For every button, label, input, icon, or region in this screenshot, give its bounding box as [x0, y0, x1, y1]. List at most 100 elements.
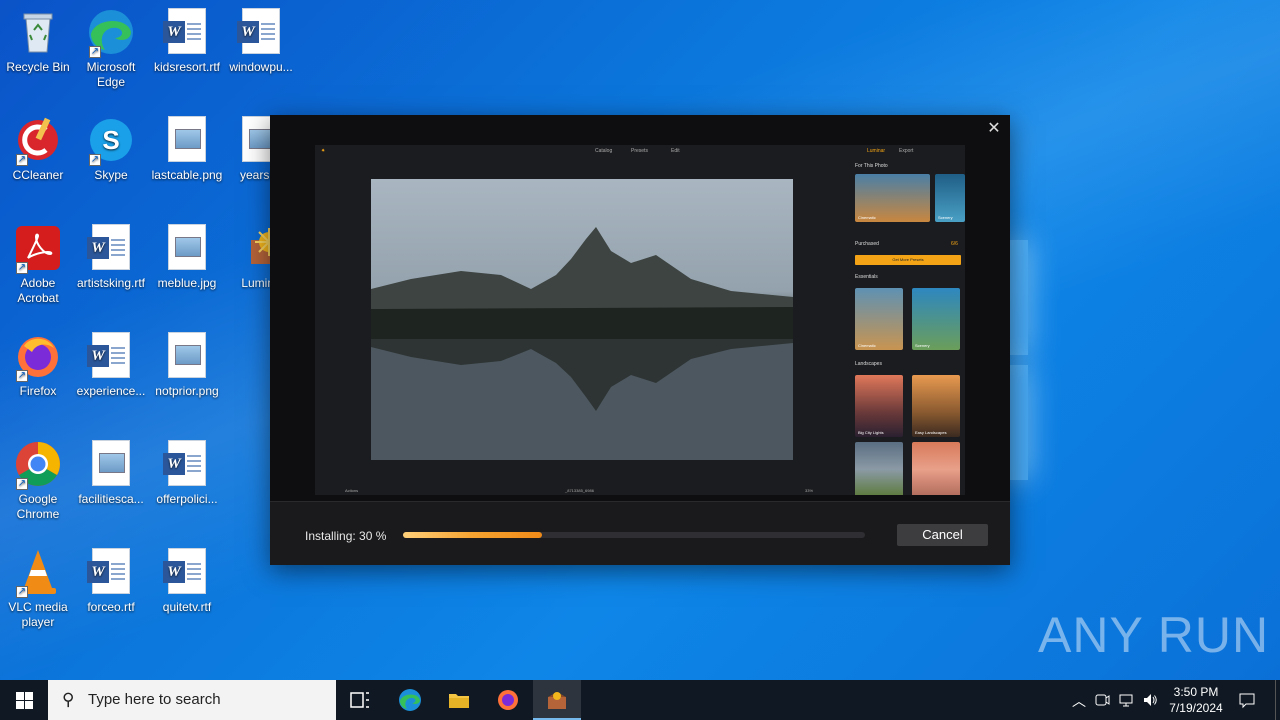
icon-label: windowpu...	[229, 60, 293, 74]
shortcut-arrow-icon: ↗	[16, 154, 28, 166]
shortcut-arrow-icon: ↗	[16, 478, 28, 490]
installer-window: ✕ ✷ Catalog Presets Edit Luminar Export …	[270, 115, 1010, 565]
icon-label: forceo.rtf	[87, 600, 135, 614]
shortcut-arrow-icon: ↗	[89, 154, 101, 166]
taskbar-firefox-button[interactable]	[484, 680, 532, 720]
app-preview-screenshot: ✷ Catalog Presets Edit Luminar Export Fo…	[315, 145, 965, 495]
desktop-icon-forceo[interactable]: W forceo.rtf	[73, 548, 149, 615]
clock-date: 7/19/2024	[1169, 701, 1223, 715]
preview-thumb-cinematic: Cinematic	[855, 174, 930, 222]
desktop-icon-kidsresort[interactable]: W kidsresort.rtf	[149, 8, 225, 75]
task-view-button[interactable]	[336, 680, 384, 720]
desktop-icon-meblue[interactable]: meblue.jpg	[149, 224, 225, 291]
preview-export-label: Export	[899, 148, 914, 154]
desktop-icon-windowpu[interactable]: W windowpu...	[223, 8, 299, 75]
icon-label: experience...	[76, 384, 146, 398]
recycle-bin-icon	[14, 8, 62, 56]
word-document-icon: W	[163, 8, 211, 56]
preview-for-this-photo: For This Photo	[855, 163, 888, 169]
svg-text:S: S	[102, 125, 119, 155]
desktop-icon-lastcable[interactable]: lastcable.png	[149, 116, 225, 183]
chrome-icon: ↗	[14, 440, 62, 490]
install-progress-fill	[403, 532, 542, 538]
icon-label: Skype	[94, 168, 128, 182]
desktop-icon-artistsking[interactable]: W artistsking.rtf	[73, 224, 149, 291]
preview-essentials: Essentials	[855, 274, 878, 280]
taskbar-search-box[interactable]: ⚲ Type here to search	[48, 680, 336, 720]
desktop-icon-skype[interactable]: S ↗ Skype	[73, 116, 149, 183]
search-placeholder: Type here to search	[88, 691, 221, 708]
shortcut-arrow-icon: ↗	[16, 370, 28, 382]
desktop-icon-recycle-bin[interactable]: Recycle Bin	[0, 8, 76, 75]
taskbar-file-explorer-button[interactable]	[435, 680, 483, 720]
desktop-icon-experience[interactable]: W experience...	[73, 332, 149, 399]
network-icon	[1119, 694, 1133, 707]
icon-label: notprior.png	[155, 384, 219, 398]
icon-label: artistsking.rtf	[76, 276, 145, 290]
icon-label: CCleaner	[12, 168, 64, 182]
desktop-icon-google-chrome[interactable]: ↗ Google Chrome	[0, 440, 76, 522]
icon-label: quitetv.rtf	[162, 600, 212, 614]
preview-presets-panel: For This Photo Cinematic Scenery Purchas…	[855, 159, 965, 495]
desktop-icon-firefox[interactable]: ↗ Firefox	[0, 332, 76, 399]
icon-label: Recycle Bin	[6, 60, 70, 74]
taskbar-clock[interactable]: 3:50 PM 7/19/2024	[1160, 684, 1232, 716]
close-icon[interactable]: ✕	[986, 121, 1002, 137]
preview-tab-presets: Presets	[631, 148, 648, 154]
folder-icon	[449, 694, 469, 708]
icon-label: Microsoft Edge	[86, 60, 136, 89]
preview-landscapes: Landscapes	[855, 361, 882, 367]
word-document-icon: W	[163, 548, 211, 596]
image-file-icon	[163, 116, 211, 164]
taskbar-installer-button[interactable]	[533, 680, 581, 720]
image-file-icon	[163, 224, 211, 272]
desktop-icon-notprior[interactable]: notprior.png	[149, 332, 225, 399]
preview-luminar-label: Luminar	[867, 148, 886, 154]
preview-tab-edit: Edit	[671, 148, 680, 154]
desktop-icon-adobe-acrobat[interactable]: ↗ Adobe Acrobat	[0, 224, 76, 306]
start-button[interactable]	[0, 680, 48, 720]
preview-bottom-bar: Actions _8713385_6986 33%	[345, 488, 814, 493]
adobe-acrobat-icon: ↗	[14, 224, 62, 274]
icon-label: offerpolici...	[156, 492, 218, 506]
preview-purchased-count: 6/6	[951, 241, 958, 247]
preview-thumb-big-city-lights: Big City Lights	[855, 375, 903, 437]
cancel-button[interactable]: Cancel	[897, 524, 988, 546]
task-view-icon	[350, 692, 369, 708]
icon-label: facilitiesca...	[78, 492, 144, 506]
icon-label: lastcable.png	[151, 168, 223, 182]
desktop-icon-microsoft-edge[interactable]: ↗ Microsoft Edge	[73, 8, 149, 90]
desktop-icon-offerpolici[interactable]: W offerpolici...	[149, 440, 225, 507]
preview-thumb-essential-cinematic: Cinematic	[855, 288, 903, 350]
clock-time: 3:50 PM	[1173, 685, 1219, 699]
taskbar: ⚲ Type here to search ︿ 3:50 PM 7/19/202…	[0, 680, 1280, 720]
preview-thumb-essential-scenery: Scenery	[912, 288, 960, 350]
icon-label: Firefox	[19, 384, 57, 398]
preview-landscape-photo	[371, 179, 793, 460]
icon-label: meblue.jpg	[157, 276, 217, 290]
install-status-text: Installing: 30 %	[305, 529, 387, 543]
preview-thumb-easy-landscapes: Easy Landscapes	[912, 375, 960, 437]
icon-label: Google Chrome	[16, 492, 60, 521]
word-document-icon: W	[237, 8, 285, 56]
word-document-icon: W	[87, 548, 135, 596]
search-icon: ⚲	[62, 690, 75, 709]
firefox-icon	[498, 690, 518, 710]
preview-tab-catalog: Catalog	[595, 148, 613, 154]
preview-logo-icon: ✷	[321, 148, 326, 154]
edge-icon	[399, 689, 421, 711]
show-desktop-divider[interactable]	[1275, 680, 1276, 720]
desktop-icon-quitetv[interactable]: W quitetv.rtf	[149, 548, 225, 615]
volume-icon	[1144, 694, 1157, 706]
desktop-icon-ccleaner[interactable]: ↗ CCleaner	[0, 116, 76, 183]
icon-label: Adobe Acrobat	[17, 276, 59, 305]
shortcut-arrow-icon: ↗	[16, 262, 28, 274]
anyrun-watermark: ANY RUN	[1038, 607, 1270, 663]
preview-thumb-scenery: Scenery	[935, 174, 965, 222]
wallpaper-windows-logo	[1010, 240, 1030, 480]
desktop-icon-vlc[interactable]: ↗ VLC media player	[0, 548, 76, 630]
meet-now-icon	[1095, 694, 1110, 706]
taskbar-edge-button[interactable]	[386, 680, 434, 720]
image-file-icon	[163, 332, 211, 380]
desktop-icon-facilitiesca[interactable]: facilitiesca...	[73, 440, 149, 507]
